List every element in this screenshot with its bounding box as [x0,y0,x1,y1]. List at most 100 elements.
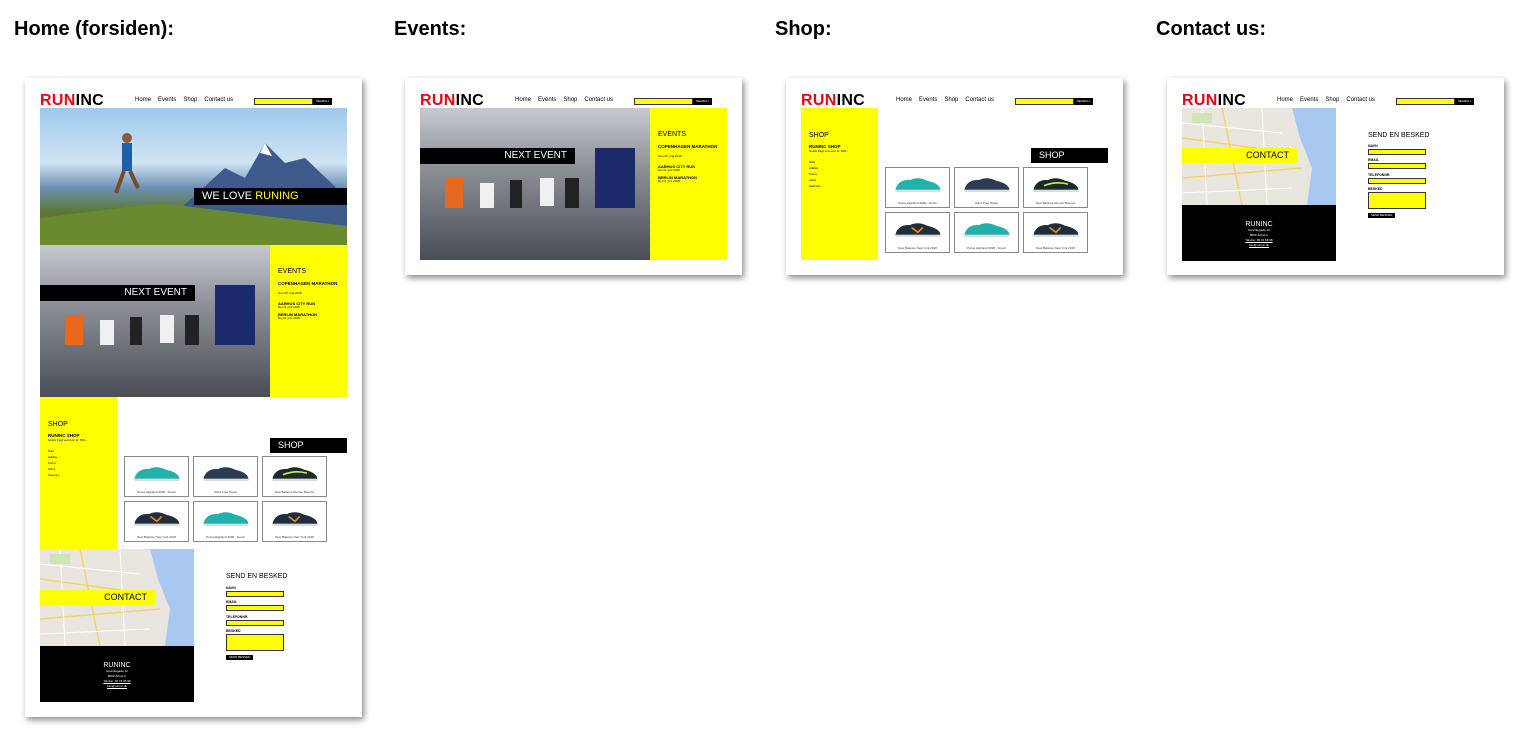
shop-sidebar: SHOP RUNINC SHOP Gratis fragt ved over k… [801,108,878,260]
phone-field[interactable] [1368,178,1426,184]
send-button[interactable]: SEND BESKED [1368,213,1396,218]
home-product-grid: Puma Highland 3000 - brown Asics Free St… [124,456,329,543]
next-event-banner: NEXT EVENT [420,148,575,164]
heading-shop: Shop: [775,18,832,40]
phone-field[interactable] [226,620,284,626]
brand-adidas[interactable]: Adidas [48,455,57,460]
search-button[interactable]: SEARCH [1074,98,1093,105]
nav-contact[interactable]: Contact us [1346,97,1375,103]
nav-shop[interactable]: Shop [944,97,958,103]
brand-nike[interactable]: Nike [809,160,815,165]
nav-home[interactable]: Home [1277,97,1293,103]
home-page-mockup: RUNINC Home Events Shop Contact us SEARC… [25,78,362,717]
shop-sidebar: SHOP RUNINC SHOP Gratis fragt ved over k… [40,397,117,549]
message-field[interactable] [1368,192,1426,209]
name-field[interactable] [1368,149,1426,155]
shop-tagline: Gratis fragt ved over kr. 500,- [48,438,87,442]
brand-puma[interactable]: Puma [48,461,56,466]
product-card[interactable]: New Balance New York 2018 [262,501,327,542]
nav-events[interactable]: Events [1300,97,1318,103]
event-3-date: Den 6. juni 2018 [278,316,300,320]
footer: RUNINC Kannikegade 12 8000 Århus C Telef… [1182,205,1336,261]
nav-contact[interactable]: Contact us [965,97,994,103]
brand-nike[interactable]: Nike [48,449,54,454]
main-nav: Home Events Shop Contact us [135,97,233,103]
product-card[interactable]: Asics Free Street [954,167,1019,208]
nav-shop[interactable]: Shop [183,97,197,103]
product-card[interactable]: New Balance New York 2018 [124,501,189,542]
nav-home[interactable]: Home [896,97,912,103]
search-input[interactable] [254,98,313,105]
nav-events[interactable]: Events [538,97,556,103]
shop-title: SHOP [809,132,829,139]
search-bar: SEARCH [1015,98,1093,105]
event-1-date: Den 25. maj 2018 [658,154,682,158]
search-button[interactable]: SEARCH [313,98,332,105]
brand-adidas[interactable]: Adidas [809,166,818,171]
label-message: BESKED [1368,187,1383,191]
email-field[interactable] [226,605,284,611]
message-field[interactable] [226,634,284,651]
footer-email[interactable]: info@runinc.dk [1182,243,1336,248]
hero-banner: WE LOVE RUNING [194,188,347,205]
nav-events[interactable]: Events [919,97,937,103]
product-card[interactable]: New Balance Runner Bounce [1023,167,1088,208]
product-card[interactable]: Puma Highland 3000 - brown [954,212,1019,253]
main-nav: Home Events Shop Contact us [1277,97,1375,103]
search-button[interactable]: SEARCH [1455,98,1474,105]
search-input[interactable] [1015,98,1074,105]
events-page-mockup: RUNINC Home Events Shop Contact us SEARC… [405,78,742,275]
label-name: NAVN [226,586,236,590]
nav-events[interactable]: Events [158,97,176,103]
footer: RUNINC Kannikegade 12 8000 Århus C Telef… [40,646,194,702]
nav-shop[interactable]: Shop [1325,97,1339,103]
product-card[interactable]: Puma Highland 3000 - brown [885,167,950,208]
footer-email[interactable]: info@runinc.dk [40,684,194,689]
brand-saucony[interactable]: Saucony [48,473,60,478]
next-event-banner: NEXT EVENT [40,285,195,301]
send-button[interactable]: SEND BESKED [226,655,254,660]
nav-shop[interactable]: Shop [563,97,577,103]
search-bar: SEARCH [634,98,712,105]
product-card[interactable]: New Balance Runner Bounce [262,456,327,497]
nav-home[interactable]: Home [515,97,531,103]
shop-page-mockup: RUNINC Home Events Shop Contact us SEARC… [786,78,1123,275]
contact-banner: CONTACT [1182,148,1297,163]
nav-contact[interactable]: Contact us [204,97,233,103]
event-1-date: Den 25. maj 2018 [278,291,302,295]
label-message: BESKED [226,629,241,633]
event-2-date: Den 6. juni 2018 [658,168,680,172]
brand-puma[interactable]: Puma [809,172,817,177]
nav-contact[interactable]: Contact us [584,97,613,103]
product-card[interactable]: Asics Free Street [193,456,258,497]
events-title: EVENTS [658,131,687,138]
search-input[interactable] [634,98,693,105]
product-card[interactable]: New Balance New York 2018 [1023,212,1088,253]
events-title: EVENTS [278,268,307,275]
event-2-date: Den 6. juni 2018 [278,305,300,309]
main-nav: Home Events Shop Contact us [896,97,994,103]
events-panel: EVENTS COPENHAGEN MARATHON Den 25. maj 2… [270,245,347,397]
events-image [420,108,650,260]
event-3-date: Den 6. juni 2018 [658,179,680,183]
event-1-name[interactable]: COPENHAGEN MARATHON [658,144,718,149]
search-button[interactable]: SEARCH [693,98,712,105]
heading-events: Events: [394,18,467,40]
brand-asics[interactable]: Asics [48,467,55,472]
product-card[interactable]: Puma Highland 3000 - brown [193,501,258,542]
nav-home[interactable]: Home [135,97,151,103]
search-input[interactable] [1396,98,1455,105]
name-field[interactable] [226,591,284,597]
label-email: EMAIL [226,600,237,604]
search-bar: SEARCH [254,98,332,105]
brand-asics[interactable]: Asics [809,178,816,183]
brand-saucony[interactable]: Saucony [809,184,821,189]
product-card[interactable]: New Balance New York 2018 [885,212,950,253]
shop-tagline: Gratis fragt ved over kr. 500,- [809,149,848,153]
event-1-name[interactable]: COPENHAGEN MARATHON [278,281,338,286]
contact-page-mockup: RUNINC Home Events Shop Contact us SEARC… [1167,78,1504,275]
shop-title: SHOP [48,421,68,428]
product-card[interactable]: Puma Highland 3000 - brown [124,456,189,497]
email-field[interactable] [1368,163,1426,169]
footer-brand: RUNINC [1245,221,1273,228]
